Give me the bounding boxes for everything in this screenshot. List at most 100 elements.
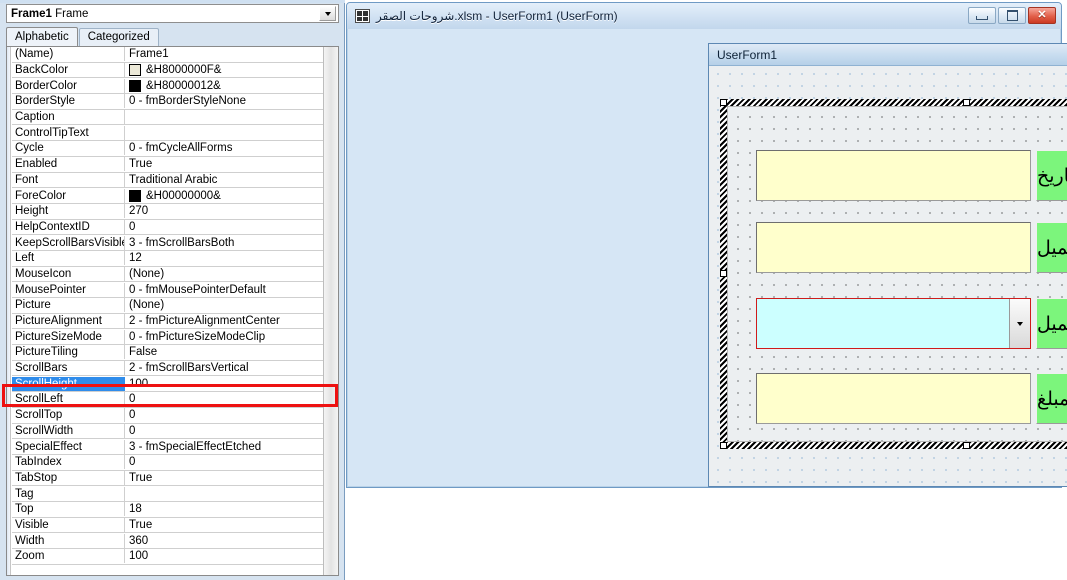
property-row-enabled[interactable]: Enabled True [12,156,324,173]
textbox-amount[interactable] [756,373,1031,424]
label-customer-code: كود العميل [1036,222,1067,273]
frame-content-area[interactable]: التاريخ كود العميل [727,106,1067,442]
property-row-picturesizemode[interactable]: PictureSizeMode 0 - fmPictureSizeModeClip [12,329,324,346]
property-value[interactable]: Traditional Arabic [125,173,324,187]
textbox-customer-code[interactable] [756,222,1031,273]
property-row-picturealignment[interactable]: PictureAlignment 2 - fmPictureAlignmentCe… [12,313,324,330]
resize-handle-nw[interactable] [720,99,727,106]
property-row-font[interactable]: Font Traditional Arabic [12,172,324,189]
property-row-zoom[interactable]: Zoom 100 [12,549,324,565]
property-row-picturetiling[interactable]: PictureTiling False [12,345,324,361]
property-row-left[interactable]: Left 12 [12,250,324,267]
close-icon: ✕ [1037,9,1047,21]
property-name: Caption [12,110,125,125]
property-row-scrollbars[interactable]: ScrollBars 2 - fmScrollBarsVertical [12,360,324,377]
property-row-scrollwidth[interactable]: ScrollWidth 0 [12,423,324,440]
property-row-mousepointer[interactable]: MousePointer 0 - fmMousePointerDefault [12,282,324,298]
property-row-height[interactable]: Height 270 [12,203,324,220]
property-value[interactable]: 3 - fmScrollBarsBoth [125,236,324,250]
property-value[interactable]: 0 - fmPictureSizeModeClip [125,330,324,344]
property-row-caption[interactable]: Caption [12,109,324,126]
property-value[interactable]: Frame1 [125,47,324,61]
property-row-forecolor[interactable]: ForeColor &H00000000& [12,188,324,204]
userform-title: UserForm1 [717,47,778,62]
property-value[interactable]: 0 [125,424,324,438]
property-row-scrolltop[interactable]: ScrollTop 0 [12,407,324,424]
property-row-picture[interactable]: Picture (None) [12,298,324,314]
property-value[interactable]: 0 - fmCycleAllForms [125,141,324,155]
object-selector-dropdown-button[interactable] [319,6,336,21]
property-row-tabindex[interactable]: TabIndex 0 [12,454,324,471]
form-row-3: اسم العميل [756,298,1067,349]
property-value[interactable]: False [125,345,324,359]
frame-control-selected[interactable]: التاريخ كود العميل [720,99,1067,449]
tab-categorized[interactable]: Categorized [78,28,159,46]
userform-title-bar[interactable]: UserForm1 ✕ [709,44,1067,66]
properties-scrollbar-track[interactable] [324,47,338,575]
property-row-specialeffect[interactable]: SpecialEffect 3 - fmSpecialEffectEtched [12,439,324,455]
property-value[interactable]: 100 [125,549,324,563]
property-value[interactable]: &H8000000F& [125,63,324,77]
property-value[interactable]: 3 - fmSpecialEffectEtched [125,440,324,454]
property-name: (Name) [12,47,125,62]
property-row-width[interactable]: Width 360 [12,533,324,549]
property-row-scrollleft[interactable]: ScrollLeft 0 [12,392,324,408]
property-row-borderstyle[interactable]: BorderStyle 0 - fmBorderStyleNone [12,94,324,110]
resize-handle-sw[interactable] [720,442,727,449]
property-value[interactable]: 2 - fmPictureAlignmentCenter [125,314,324,328]
property-value[interactable]: True [125,518,324,532]
property-value[interactable]: 0 [125,220,324,234]
close-button[interactable]: ✕ [1028,7,1056,24]
property-value[interactable]: 360 [125,534,324,548]
userform-design-surface[interactable]: التاريخ كود العميل [710,66,1067,485]
property-name: PictureTiling [12,345,125,360]
property-row-tag[interactable]: Tag [12,486,324,502]
properties-scrollbar[interactable] [323,47,338,575]
combobox-dropdown-button[interactable] [1009,299,1030,348]
property-row-keepscrollbarsvisible[interactable]: KeepScrollBarsVisible 3 - fmScrollBarsBot… [12,235,324,251]
restore-button[interactable] [998,7,1026,24]
property-row-mouseicon[interactable]: MouseIcon (None) [12,266,324,283]
property-row-tabstop[interactable]: TabStop True [12,470,324,487]
property-row-cycle[interactable]: Cycle 0 - fmCycleAllForms [12,141,324,157]
property-value[interactable]: &H80000012& [125,79,324,93]
property-value[interactable]: 12 [125,251,324,265]
property-value[interactable]: 0 [125,408,324,422]
minimize-button[interactable] [968,7,996,24]
resize-handle-n[interactable] [963,99,970,106]
property-value[interactable]: 0 [125,392,324,406]
property-value[interactable]: 0 - fmMousePointerDefault [125,283,324,297]
property-row-scrollheight[interactable]: ScrollHeight 100 [12,376,324,393]
property-row-top[interactable]: Top 18 [12,501,324,518]
property-name: ForeColor [12,188,125,203]
property-row-visible[interactable]: Visible True [12,517,324,534]
property-value[interactable]: True [125,471,324,485]
textbox-date[interactable] [756,150,1031,201]
property-value-text: &H80000012& [146,79,221,92]
combobox-value[interactable] [757,299,1009,348]
property-value[interactable]: True [125,157,324,171]
tab-alphabetic[interactable]: Alphabetic [6,27,78,46]
resize-handle-w[interactable] [720,270,727,277]
resize-handle-s[interactable] [963,442,970,449]
combobox-customer-name[interactable] [756,298,1031,349]
label-date: التاريخ [1036,150,1067,201]
property-row-helpcontextid[interactable]: HelpContextID 0 [12,219,324,236]
property-value[interactable]: 2 - fmScrollBarsVertical [125,361,324,375]
property-value[interactable]: (None) [125,298,324,312]
property-value[interactable]: (None) [125,267,324,281]
property-row-name[interactable]: (Name) Frame1 [12,47,324,63]
mdi-title-bar[interactable]: شروحات الصقر.xlsm - UserForm1 (UserForm)… [347,3,1061,29]
property-row-backcolor[interactable]: BackColor &H8000000F& [12,62,324,79]
property-value[interactable]: 270 [125,204,324,218]
property-value[interactable]: 18 [125,502,324,516]
property-name: BorderColor [12,78,125,93]
property-value[interactable]: 0 - fmBorderStyleNone [125,94,324,108]
property-name: Cycle [12,141,125,156]
property-value[interactable]: &H00000000& [125,189,324,203]
property-value[interactable]: 100 [125,376,324,391]
object-selector-combo[interactable]: Frame1 Frame [6,4,339,23]
property-row-bordercolor[interactable]: BorderColor &H80000012& [12,78,324,95]
property-row-controltiptext[interactable]: ControlTipText [12,125,324,142]
property-value[interactable]: 0 [125,455,324,469]
